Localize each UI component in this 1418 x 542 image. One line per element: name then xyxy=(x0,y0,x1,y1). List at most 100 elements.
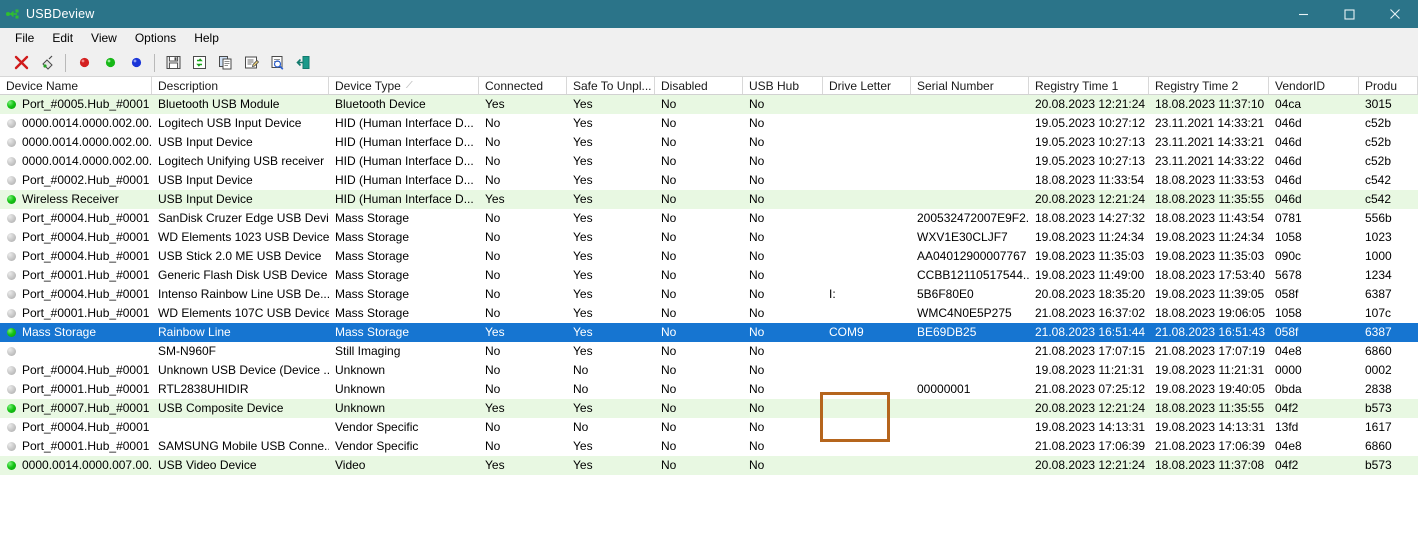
maximize-button[interactable] xyxy=(1326,0,1372,28)
column-header-device-name[interactable]: Device Name xyxy=(0,77,152,94)
column-header-label: Serial Number xyxy=(917,79,994,93)
table-row[interactable]: Port_#0004.Hub_#0001 WD Elements 1023 USB… xyxy=(0,228,1418,247)
column-header-disabled[interactable]: Disabled xyxy=(655,77,743,94)
table-row[interactable]: 0000.0014.0000.002.00... Logitech Unifyin… xyxy=(0,152,1418,171)
table-row[interactable]: Port_#0004.Hub_#0001 Vendor Specific No No N… xyxy=(0,418,1418,437)
properties-icon[interactable] xyxy=(238,51,264,75)
column-header-safe-to-unpl[interactable]: Safe To Unpl... xyxy=(567,77,655,94)
column-header-registry-time-2[interactable]: Registry Time 2 xyxy=(1149,77,1269,94)
menu-file[interactable]: File xyxy=(6,29,43,47)
cell-registry-time-1: 19.05.2023 10:27:13 xyxy=(1035,135,1146,149)
cell-usb-hub: No xyxy=(749,192,765,206)
table-row[interactable]: Port_#0004.Hub_#0001 USB Stick 2.0 ME USB… xyxy=(0,247,1418,266)
table-row[interactable]: Port_#0001.Hub_#0001 WD Elements 107C USB… xyxy=(0,304,1418,323)
device-name-label: Port_#0001.Hub_#0001 xyxy=(22,268,150,282)
table-row[interactable]: Port_#0001.Hub_#0001 RTL2838UHIDIR Unknown… xyxy=(0,380,1418,399)
table-row[interactable]: 0000.0014.0000.002.00... USB Input Device… xyxy=(0,133,1418,152)
table-row[interactable]: Mass Storage Rainbow Line Mass Storage Yes Y… xyxy=(0,323,1418,342)
cell-connected: Yes xyxy=(485,97,505,111)
device-name-label: Port_#0001.Hub_#0001 xyxy=(22,306,150,320)
table-row[interactable]: Port_#0004.Hub_#0001 SanDisk Cruzer Edge … xyxy=(0,209,1418,228)
column-header-connected[interactable]: Connected xyxy=(479,77,567,94)
cell-registry-time-1: 21.08.2023 07:25:12 xyxy=(1035,382,1146,396)
cell-usb-hub: No xyxy=(749,268,765,282)
save-icon[interactable] xyxy=(160,51,186,75)
cell-device-type: HID (Human Interface D... xyxy=(335,116,474,130)
cell-connected: No xyxy=(485,173,501,187)
device-disconnected-icon xyxy=(7,214,16,223)
cell-disabled: No xyxy=(661,154,677,168)
copy-icon[interactable] xyxy=(212,51,238,75)
cell-safe-to-unpl: No xyxy=(573,420,589,434)
cell-connected: No xyxy=(485,382,501,396)
device-disconnected-icon xyxy=(7,157,16,166)
device-disconnected-icon xyxy=(7,385,16,394)
cell-disabled: No xyxy=(661,382,677,396)
exit-icon[interactable] xyxy=(290,51,316,75)
table-row[interactable]: Port_#0004.Hub_#0001 Unknown USB Device (… xyxy=(0,361,1418,380)
cell-produ: 3015 xyxy=(1365,97,1392,111)
cell-disabled: No xyxy=(661,249,677,263)
cell-description: SM-N960F xyxy=(158,344,217,358)
cell-registry-time-2: 18.08.2023 11:33:53 xyxy=(1155,173,1265,187)
connect-device-icon[interactable] xyxy=(97,51,123,75)
cell-vendorid: 04f2 xyxy=(1275,401,1299,415)
cell-vendorid: 046d xyxy=(1275,192,1302,206)
cell-connected: No xyxy=(485,116,501,130)
html-report-icon[interactable] xyxy=(264,51,290,75)
table-row[interactable]: 0000.0014.0000.007.00... USB Video Device… xyxy=(0,456,1418,475)
menu-help[interactable]: Help xyxy=(185,29,228,47)
table-row[interactable]: Wireless Receiver USB Input Device HID (Hu… xyxy=(0,190,1418,209)
cell-description: Bluetooth USB Module xyxy=(158,97,280,111)
device-disconnected-icon xyxy=(7,271,16,280)
column-header-serial-number[interactable]: Serial Number xyxy=(911,77,1029,94)
menu-view[interactable]: View xyxy=(82,29,126,47)
table-row[interactable]: Port_#0001.Hub_#0001 Generic Flash Disk U… xyxy=(0,266,1418,285)
cell-vendorid: 13fd xyxy=(1275,420,1299,434)
column-header-row: Device Name Description Device Type ⁄ Connec… xyxy=(0,77,1418,95)
cell-usb-hub: No xyxy=(749,382,765,396)
uninstall-device-icon[interactable] xyxy=(8,51,34,75)
menu-edit[interactable]: Edit xyxy=(43,29,82,47)
cell-device-name: Wireless Receiver xyxy=(0,190,152,209)
cell-registry-time-2: 21.08.2023 16:51:43 xyxy=(1155,325,1266,339)
cell-produ: 1023 xyxy=(1365,230,1392,244)
device-info-icon[interactable] xyxy=(123,51,149,75)
cell-connected: No xyxy=(485,249,501,263)
column-header-vendorid[interactable]: VendorID xyxy=(1269,77,1359,94)
table-row[interactable]: SM-N960F Still Imaging No Yes No No 21.08.2023… xyxy=(0,342,1418,361)
refresh-icon[interactable] xyxy=(186,51,212,75)
cell-registry-time-2: 18.08.2023 11:35:55 xyxy=(1155,192,1265,206)
cell-registry-time-2: 19.08.2023 11:39:05 xyxy=(1155,287,1265,301)
cell-usb-hub: No xyxy=(749,363,765,377)
device-name-label: Port_#0004.Hub_#0001 xyxy=(22,230,150,244)
cell-produ: 1617 xyxy=(1365,420,1392,434)
table-row[interactable]: Port_#0007.Hub_#0001 USB Composite Device… xyxy=(0,399,1418,418)
cell-usb-hub: No xyxy=(749,458,765,472)
close-button[interactable] xyxy=(1372,0,1418,28)
table-row[interactable]: Port_#0004.Hub_#0001 Intenso Rainbow Line… xyxy=(0,285,1418,304)
table-row[interactable]: 0000.0014.0000.002.00... Logitech USB Inp… xyxy=(0,114,1418,133)
column-header-usb-hub[interactable]: USB Hub xyxy=(743,77,823,94)
cell-connected: Yes xyxy=(485,325,505,339)
column-header-produ[interactable]: Produ xyxy=(1359,77,1418,94)
column-header-device-type[interactable]: Device Type ⁄ xyxy=(329,77,479,94)
table-row[interactable]: Port_#0001.Hub_#0001 SAMSUNG Mobile USB C… xyxy=(0,437,1418,456)
cell-safe-to-unpl: Yes xyxy=(573,135,593,149)
device-list[interactable]: Device Name Description Device Type ⁄ Connec… xyxy=(0,77,1418,542)
column-header-description[interactable]: Description xyxy=(152,77,329,94)
device-disconnected-icon xyxy=(7,290,16,299)
cell-usb-hub: No xyxy=(749,230,765,244)
column-header-drive-letter[interactable]: Drive Letter xyxy=(823,77,911,94)
table-row[interactable]: Port_#0002.Hub_#0001 USB Input Device HID … xyxy=(0,171,1418,190)
menu-options[interactable]: Options xyxy=(126,29,185,47)
cell-drive-letter: I: xyxy=(829,287,836,301)
cell-device-name: Port_#0001.Hub_#0001 xyxy=(0,437,152,456)
column-header-registry-time-1[interactable]: Registry Time 1 xyxy=(1029,77,1149,94)
minimize-button[interactable] xyxy=(1280,0,1326,28)
table-row[interactable]: Port_#0005.Hub_#0001 Bluetooth USB Module… xyxy=(0,95,1418,114)
cell-usb-hub: No xyxy=(749,173,765,187)
disconnect-device-icon[interactable] xyxy=(34,51,60,75)
cell-device-type: Bluetooth Device xyxy=(335,97,426,111)
stop-device-icon[interactable] xyxy=(71,51,97,75)
